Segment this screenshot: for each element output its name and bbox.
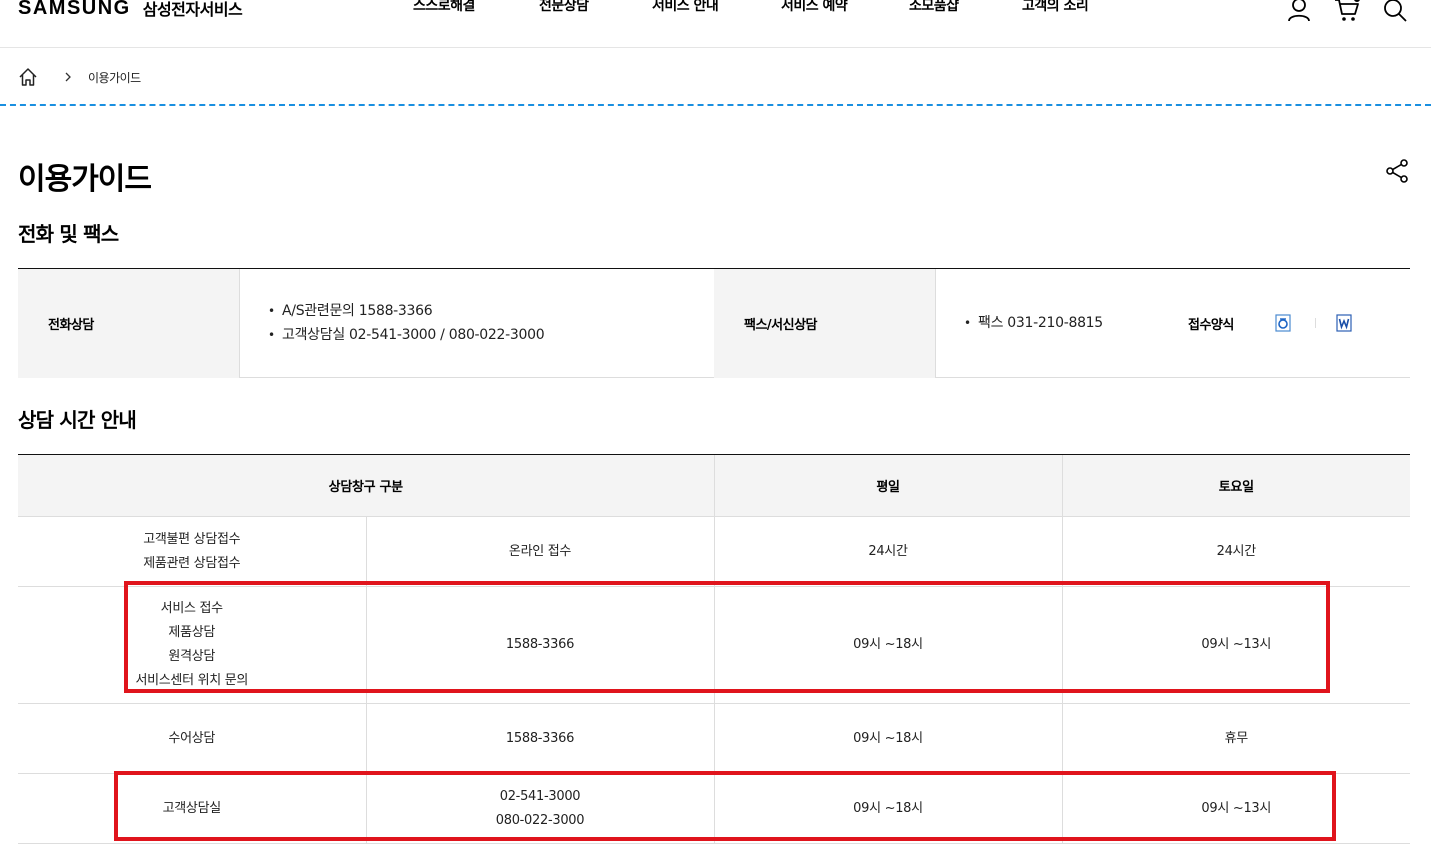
- cart-icon[interactable]: [1334, 0, 1360, 23]
- phone-item-as: A/S관련문의 1588-3366: [268, 299, 714, 323]
- highlight-box-service-row: [124, 581, 1330, 693]
- nav-self-solve[interactable]: 스스로해결: [413, 0, 475, 18]
- nav-service-reservation[interactable]: 서비스 예약: [781, 0, 848, 18]
- header-saturday: 토요일: [1061, 454, 1410, 517]
- search-icon[interactable]: [1382, 0, 1408, 23]
- channel-line: 1588-3366: [505, 730, 575, 746]
- row-channel: 1588-3366: [365, 703, 714, 774]
- breadcrumb: 이용가이드: [18, 64, 141, 90]
- nav-customer-voice[interactable]: 고객의 소리: [1022, 0, 1089, 18]
- row-saturday: 휴무: [1061, 703, 1410, 774]
- contact-table: 전화상담 A/S관련문의 1588-3366 고객상담실 02-541-3000…: [18, 268, 1410, 378]
- row-weekday: 24시간: [713, 516, 1062, 587]
- user-icon[interactable]: [1286, 0, 1312, 23]
- hours-section-title: 상담 시간 안내: [18, 408, 137, 432]
- form-separator: [1315, 318, 1316, 328]
- category-line: 제품관련 상담접수: [143, 555, 241, 571]
- category-line: 고객불편 상담접수: [143, 531, 241, 547]
- nav-expert-consult[interactable]: 전문상담: [539, 0, 589, 18]
- category-line: 수어상담: [168, 730, 216, 746]
- header-category: 상담창구 구분: [18, 454, 714, 517]
- row-channel: 온라인 접수: [365, 516, 714, 587]
- word-file-icon[interactable]: [1336, 314, 1352, 332]
- phone-info: A/S관련문의 1588-3366 고객상담실 02-541-3000 / 08…: [239, 269, 714, 378]
- home-icon[interactable]: [18, 67, 38, 87]
- phone-item-customer-center: 고객상담실 02-541-3000 / 080-022-3000: [268, 323, 714, 347]
- channel-line: 온라인 접수: [508, 543, 572, 559]
- header-weekday: 평일: [713, 454, 1062, 517]
- hwp-file-icon[interactable]: [1275, 314, 1291, 332]
- row-category: 고객불편 상담접수 제품관련 상담접수: [18, 516, 366, 587]
- main-nav: 스스로해결 전문상담 서비스 안내 서비스 예약 소모품샵 고객의 소리: [0, 0, 1431, 18]
- row-category: 수어상담: [18, 703, 366, 774]
- chevron-right-icon: [62, 71, 74, 83]
- table-row: 수어상담 1588-3366 09시 ~18시 휴무: [18, 703, 1410, 774]
- row-saturday: 24시간: [1061, 516, 1410, 587]
- breadcrumb-divider: [0, 104, 1431, 106]
- table-row: 고객불편 상담접수 제품관련 상담접수 온라인 접수 24시간 24시간: [18, 516, 1410, 587]
- form-label: 접수양식: [1188, 318, 1234, 333]
- nav-service-guide[interactable]: 서비스 안내: [652, 0, 719, 18]
- contact-section-title: 전화 및 팩스: [18, 222, 119, 246]
- nav-supplies-shop[interactable]: 소모품샵: [909, 0, 959, 18]
- share-icon[interactable]: [1384, 158, 1410, 184]
- fax-label: 팩스/서신상담: [714, 269, 935, 378]
- phone-label: 전화상담: [18, 269, 239, 378]
- page-title: 이용가이드: [18, 162, 152, 197]
- highlight-box-customer-center-row: [114, 771, 1336, 841]
- breadcrumb-current[interactable]: 이용가이드: [88, 69, 141, 86]
- site-header: SAMSUNG 삼성전자서비스 스스로해결 전문상담 서비스 안내 서비스 예약…: [0, 0, 1431, 48]
- row-weekday: 09시 ~18시: [713, 703, 1062, 774]
